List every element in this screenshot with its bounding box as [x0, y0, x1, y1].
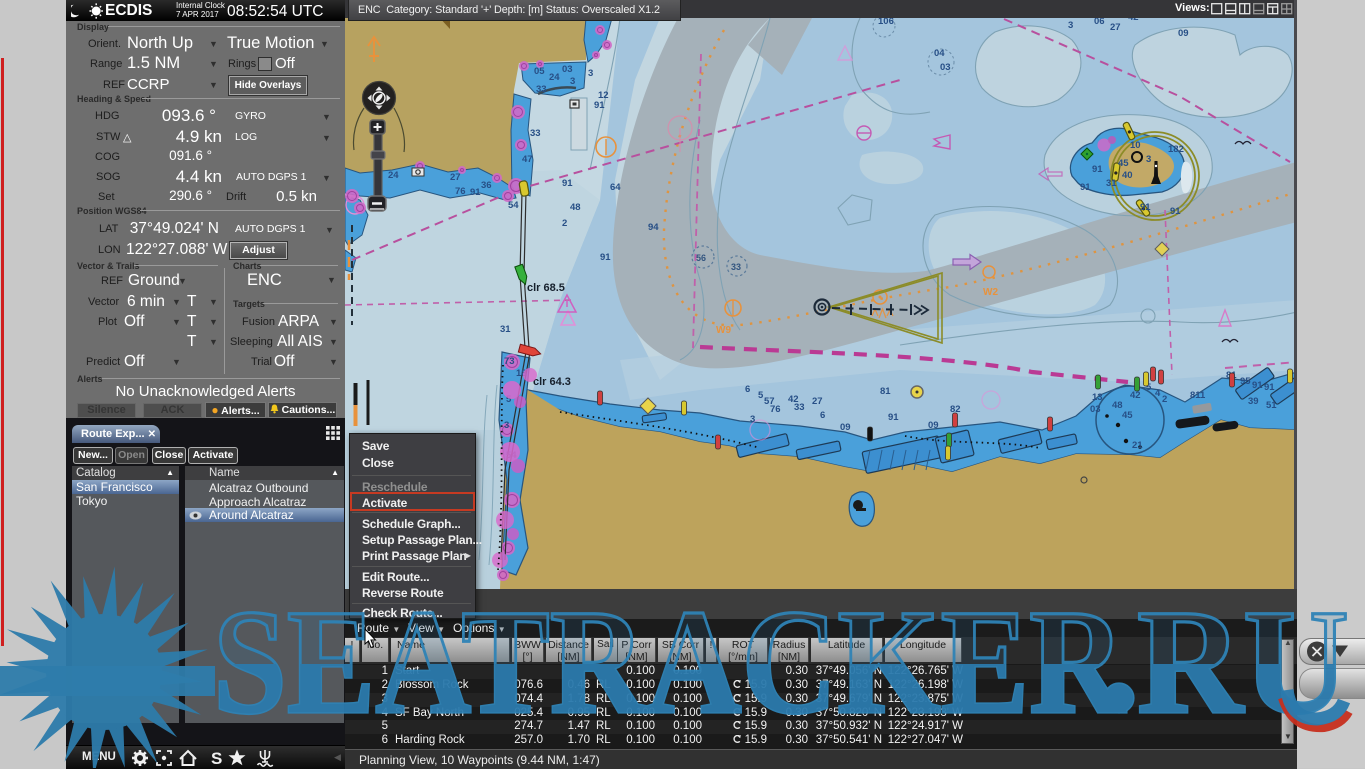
svg-text:91: 91 [594, 100, 605, 111]
svg-text:clr 64.3: clr 64.3 [533, 376, 571, 388]
svg-text:45: 45 [1122, 410, 1133, 421]
svg-text:27: 27 [1110, 22, 1121, 33]
svg-text:76: 76 [455, 186, 466, 197]
svg-text:36: 36 [481, 180, 492, 191]
svg-text:clr 68.5: clr 68.5 [527, 282, 565, 294]
svg-text:2: 2 [1162, 394, 1167, 405]
svg-text:W2: W2 [983, 287, 998, 298]
svg-text:3: 3 [504, 420, 509, 431]
svg-text:45: 45 [1042, 18, 1053, 19]
svg-text:27: 27 [450, 172, 461, 183]
svg-text:91: 91 [1170, 206, 1181, 217]
svg-text:09: 09 [840, 422, 851, 433]
svg-text:81: 81 [880, 386, 891, 397]
svg-text:91: 91 [1140, 202, 1151, 213]
svg-text:03: 03 [562, 64, 573, 75]
svg-text:91: 91 [888, 412, 899, 423]
svg-text:33: 33 [530, 128, 541, 139]
svg-text:91: 91 [1080, 182, 1091, 193]
svg-text:42: 42 [1130, 390, 1141, 401]
svg-text:3: 3 [1068, 20, 1073, 31]
svg-text:04: 04 [934, 48, 945, 59]
svg-text:106: 106 [878, 18, 894, 27]
svg-text:47: 47 [522, 154, 533, 165]
svg-text:6: 6 [820, 410, 825, 421]
svg-text:54: 54 [508, 200, 519, 211]
svg-text:33: 33 [731, 262, 741, 272]
svg-text:3: 3 [750, 414, 755, 425]
svg-text:45: 45 [1118, 158, 1129, 169]
svg-text:3: 3 [1146, 154, 1151, 165]
svg-text:33: 33 [536, 84, 547, 95]
svg-text:91: 91 [562, 178, 573, 189]
svg-text:31: 31 [500, 324, 511, 335]
svg-text:40: 40 [1122, 170, 1133, 181]
svg-text:76: 76 [770, 404, 781, 415]
svg-text:10: 10 [1130, 140, 1141, 151]
svg-text:S: S [211, 749, 222, 768]
svg-text:42: 42 [1128, 18, 1139, 23]
svg-text:31: 31 [1106, 178, 1117, 189]
svg-text:56: 56 [696, 253, 706, 263]
svg-text:64: 64 [610, 182, 621, 193]
svg-text:09: 09 [1178, 28, 1189, 39]
svg-text:05: 05 [534, 66, 545, 77]
svg-text:03: 03 [940, 62, 951, 73]
svg-text:91: 91 [1092, 164, 1103, 175]
svg-text:33: 33 [794, 402, 805, 413]
svg-text:06: 06 [1094, 18, 1105, 27]
svg-text:2: 2 [562, 218, 567, 229]
svg-text:3: 3 [588, 68, 593, 79]
svg-text:48: 48 [1112, 400, 1123, 411]
svg-text:W9: W9 [716, 325, 731, 336]
svg-text:91: 91 [470, 187, 481, 198]
svg-text:811: 811 [1190, 390, 1206, 401]
svg-text:95: 95 [1240, 376, 1251, 387]
svg-text:21: 21 [1132, 440, 1143, 451]
svg-text:24: 24 [549, 72, 560, 83]
svg-text:6: 6 [745, 384, 750, 395]
svg-text:27: 27 [812, 396, 823, 407]
svg-text:13: 13 [1092, 392, 1103, 403]
svg-text:24: 24 [388, 170, 399, 181]
svg-text:73: 73 [504, 356, 515, 367]
svg-text:91: 91 [1252, 380, 1263, 391]
svg-text:4: 4 [1155, 388, 1161, 399]
svg-text:91: 91 [1264, 382, 1275, 393]
svg-text:09: 09 [928, 420, 939, 431]
svg-text:39: 39 [1248, 396, 1259, 407]
svg-text:51: 51 [1266, 400, 1277, 411]
svg-text:94: 94 [648, 222, 659, 233]
svg-text:91: 91 [600, 252, 611, 263]
svg-text:48: 48 [570, 202, 581, 213]
svg-text:3: 3 [570, 76, 575, 87]
svg-text:03: 03 [1090, 404, 1101, 415]
svg-text:182: 182 [1168, 144, 1184, 155]
